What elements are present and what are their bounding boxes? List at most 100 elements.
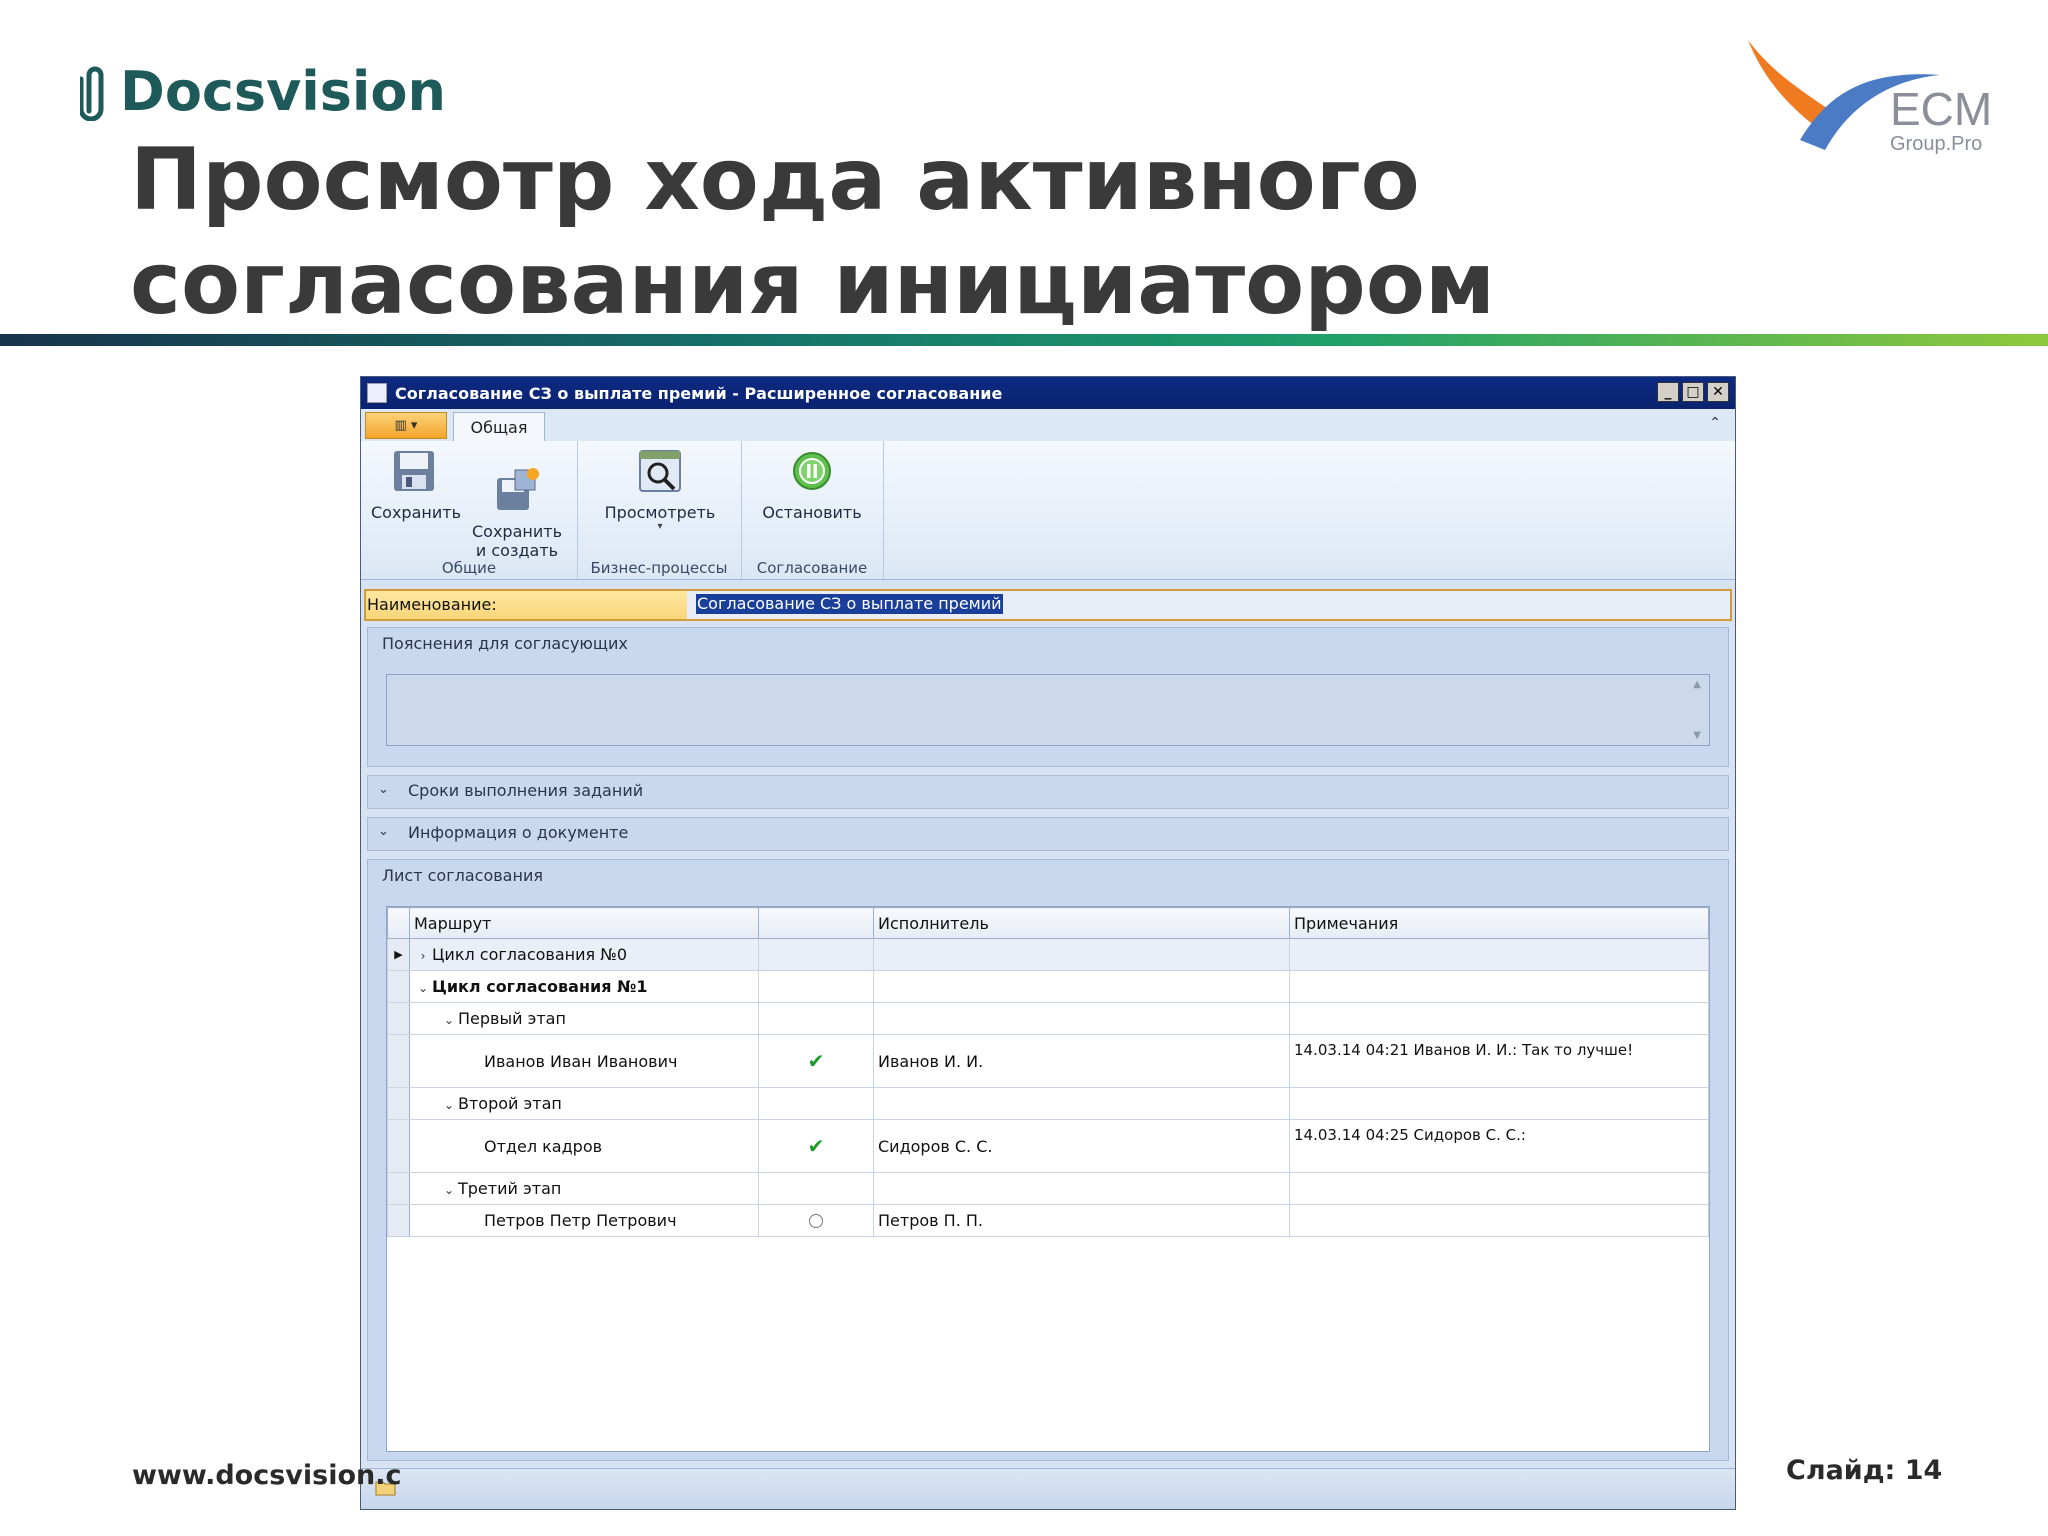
collapse-ribbon-icon[interactable]: ⌃ [1709, 415, 1721, 431]
approval-sheet-header: Лист согласования [382, 866, 543, 885]
clock-icon [809, 1214, 823, 1228]
group-label-general: Общие [441, 559, 497, 577]
row-selector[interactable] [387, 970, 410, 1003]
view-process-icon [639, 450, 681, 492]
docsvision-logo: Docsvision [80, 58, 446, 126]
route-cell: Отдел кадров [409, 1119, 759, 1173]
explanations-panel: Пояснения для согласующих ▲ ▼ [367, 627, 1729, 767]
chevron-down-icon[interactable]: ⌄ [378, 824, 389, 839]
status-cell [758, 1002, 874, 1035]
row-selector[interactable] [387, 1087, 410, 1120]
chevron-down-icon[interactable]: ⌄ [440, 1098, 458, 1112]
status-cell [758, 1204, 874, 1237]
app-icon[interactable] [367, 383, 387, 403]
doc-info-panel[interactable]: ⌄ Информация о документе [367, 817, 1729, 851]
save-label: Сохранить [371, 503, 461, 522]
notes-cell [1289, 1204, 1709, 1237]
slide-number: Слайд: 14 [1786, 1455, 1943, 1486]
deadlines-panel[interactable]: ⌄ Сроки выполнения заданий [367, 775, 1729, 809]
stop-label: Остановить [762, 503, 862, 522]
group-label-business-processes: Бизнес-процессы [590, 559, 728, 577]
view-process-label: Просмотреть [604, 503, 716, 522]
route-label: Иванов Иван Иванович [484, 1051, 678, 1071]
save-icon [394, 451, 434, 491]
tab-general[interactable]: Общая [453, 412, 545, 442]
route-cell: › Цикл согласования №0 [409, 938, 759, 971]
column-header-route[interactable]: Маршрут [409, 907, 759, 939]
column-header-status[interactable] [758, 907, 874, 939]
route-cell: ⌄ Цикл согласования №1 [409, 970, 759, 1003]
notes-cell: 14.03.14 04:21 Иванов И. И.: Так то лучш… [1289, 1034, 1709, 1088]
row-selector[interactable] [387, 1204, 410, 1237]
notes-cell [1289, 1172, 1709, 1205]
minimize-button[interactable]: _ [1657, 382, 1679, 402]
notes-cell [1289, 970, 1709, 1003]
column-header-notes[interactable]: Примечания [1289, 907, 1709, 939]
approval-sheet-panel: Лист согласования Маршрут Исполнитель Пр… [367, 859, 1729, 1461]
chevron-down-icon[interactable]: ⌄ [440, 1013, 458, 1027]
row-selector[interactable] [387, 1119, 410, 1173]
close-button[interactable]: ✕ [1707, 382, 1729, 402]
deadlines-header[interactable]: Сроки выполнения заданий [408, 781, 643, 800]
performer-cell [873, 938, 1290, 971]
stop-button[interactable]: Остановить [753, 447, 871, 522]
status-cell: ✔ [758, 1119, 874, 1173]
row-selector[interactable] [387, 1034, 410, 1088]
view-process-button[interactable]: Просмотреть ▾ [595, 447, 725, 532]
row-selector[interactable] [387, 1172, 410, 1205]
route-cell: ⌄ Второй этап [409, 1087, 759, 1120]
notes-cell [1289, 938, 1709, 971]
table-row[interactable]: Отдел кадров ✔ Сидоров С. С. 14.03.14 04:25… [387, 1119, 1709, 1173]
route-cell: ⌄ Первый этап [409, 1002, 759, 1035]
scroll-down-icon[interactable]: ▼ [1693, 730, 1701, 741]
ribbon-tab-row: ▥ ▾ Общая ⌃ [361, 409, 1735, 442]
app-window: Согласование СЗ о выплате премий - Расши… [360, 376, 1736, 1510]
maximize-button[interactable]: □ [1682, 382, 1704, 402]
ribbon-group-general: Сохранить Сохранить и создать Общие [361, 441, 578, 579]
notes-cell [1289, 1087, 1709, 1120]
header-divider [0, 334, 2048, 346]
doc-info-header[interactable]: Информация о документе [408, 823, 628, 842]
ribbon-group-approval: Остановить Согласование [741, 441, 884, 579]
table-row[interactable]: Петров Петр Петрович Петров П. П. [387, 1204, 1709, 1237]
explanations-header: Пояснения для согласующих [382, 634, 628, 653]
performer-cell: Петров П. П. [873, 1204, 1290, 1237]
performer-cell [873, 1172, 1290, 1205]
dropdown-arrow-icon: ▾ [657, 521, 663, 532]
row-selector[interactable]: ▶ [387, 938, 410, 971]
notes-cell [1289, 1002, 1709, 1035]
group-label-approval: Согласование [756, 559, 868, 577]
table-row[interactable]: Иванов Иван Иванович ✔ Иванов И. И. 14.03.1… [387, 1034, 1709, 1088]
table-row[interactable]: ▶ › Цикл согласования №0 [387, 938, 1709, 971]
status-cell [758, 1172, 874, 1205]
status-cell [758, 970, 874, 1003]
window-titlebar[interactable]: Согласование СЗ о выплате премий - Расши… [361, 377, 1735, 409]
route-label: Петров Петр Петрович [484, 1211, 677, 1230]
menu-icon: ▥ ▾ [394, 418, 418, 433]
status-cell [758, 1087, 874, 1120]
check-icon: ✔ [807, 1134, 825, 1158]
table-row[interactable]: ⌄ Второй этап [387, 1087, 1709, 1120]
app-menu-button[interactable]: ▥ ▾ [365, 412, 447, 439]
performer-cell [873, 970, 1290, 1003]
save-button[interactable]: Сохранить [371, 447, 461, 522]
name-field-input[interactable]: Согласование СЗ о выплате премий [696, 594, 1003, 614]
chevron-down-icon[interactable]: ⌄ [440, 1183, 458, 1197]
chevron-right-icon[interactable]: › [414, 949, 432, 963]
table-row[interactable]: ⌄ Цикл согласования №1 [387, 970, 1709, 1003]
notes-cell: 14.03.14 04:25 Сидоров С. С.: [1289, 1119, 1709, 1173]
explanations-textarea[interactable]: ▲ ▼ [386, 674, 1710, 746]
save-and-create-icon [497, 468, 539, 510]
row-selector[interactable] [387, 1002, 410, 1035]
chevron-down-icon[interactable]: ⌄ [414, 981, 432, 995]
route-cell: ⌄ Третий этап [409, 1172, 759, 1205]
check-icon: ✔ [807, 1049, 825, 1073]
chevron-down-icon[interactable]: ⌄ [378, 782, 389, 797]
table-row[interactable]: ⌄ Третий этап [387, 1172, 1709, 1205]
performer-cell [873, 1087, 1290, 1120]
scroll-up-icon[interactable]: ▲ [1693, 679, 1701, 690]
column-header-performer[interactable]: Исполнитель [873, 907, 1290, 939]
row-selector-header [387, 907, 410, 939]
name-field-label: Наименование: [366, 591, 687, 619]
table-row[interactable]: ⌄ Первый этап [387, 1002, 1709, 1035]
